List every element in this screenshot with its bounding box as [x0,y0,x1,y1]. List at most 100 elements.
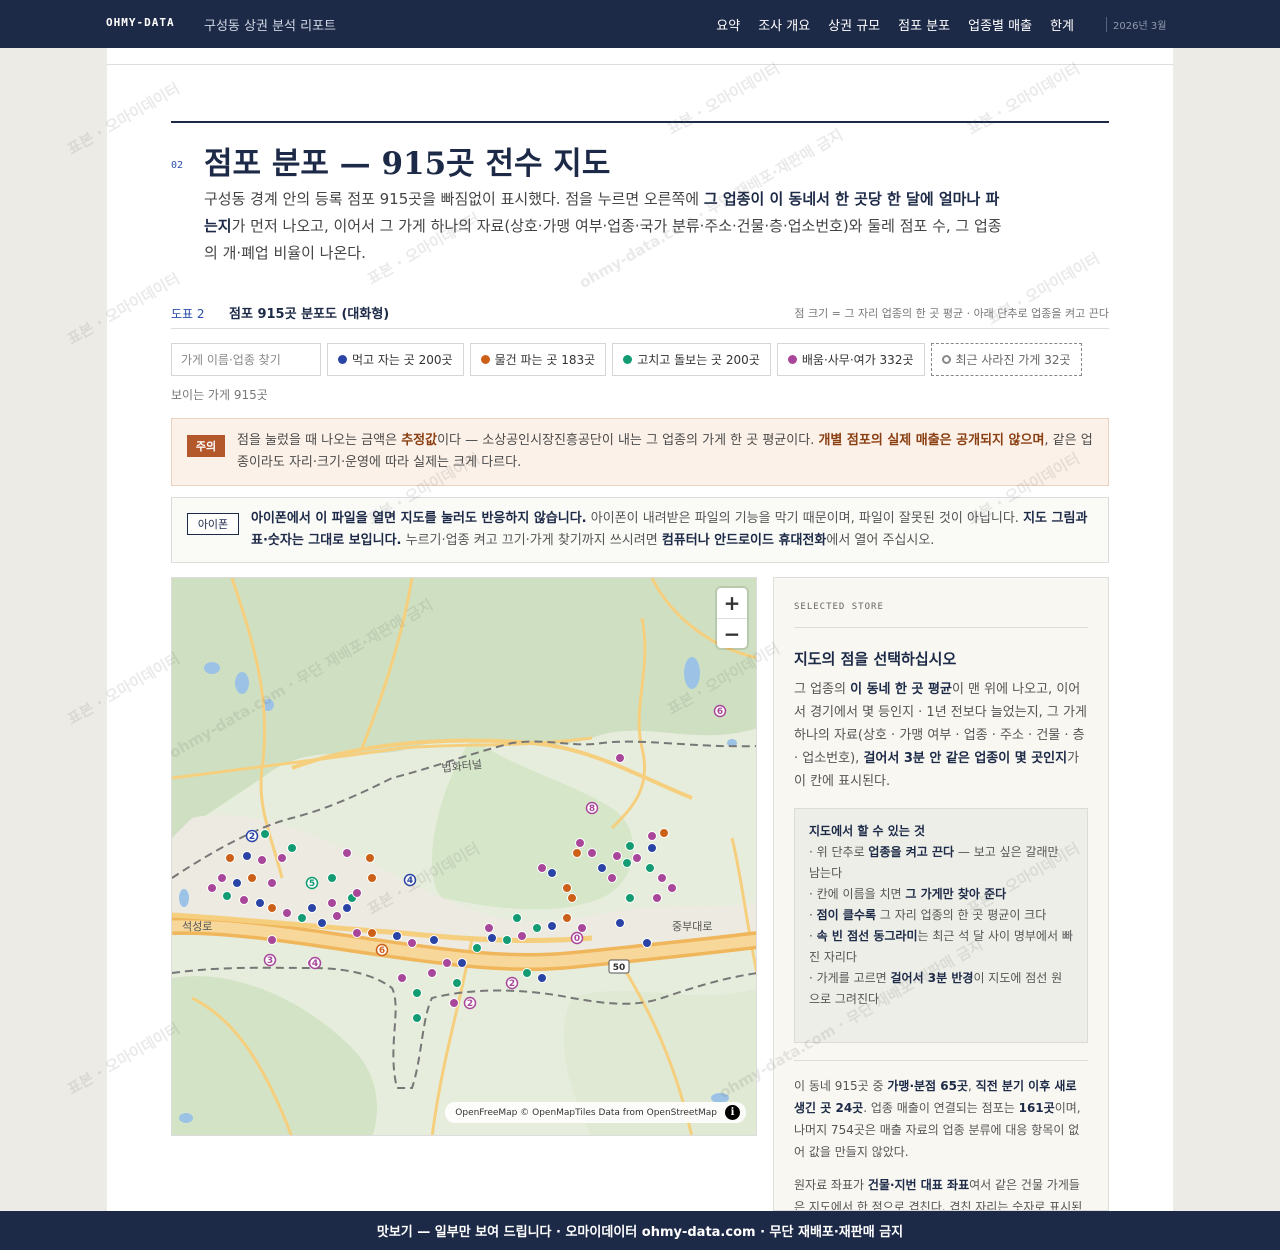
store-marker[interactable] [567,893,577,903]
filter-chip-closed-stores[interactable]: 최근 사라진 가게 32곳 [930,343,1082,376]
store-marker[interactable] [667,883,677,893]
store-marker[interactable] [615,753,625,763]
store-marker[interactable] [537,863,547,873]
info-icon[interactable]: i [725,1105,740,1120]
store-marker[interactable] [607,873,617,883]
map-canvas[interactable]: 2 5 4 8 6 6 0 2 4 3 2 법화터널 중부대로 석성로 50 [172,578,757,1136]
filter-chip-repair-care[interactable]: 고치고 돌보는 곳 200곳 [612,343,771,376]
store-marker[interactable] [625,893,635,903]
store-marker[interactable] [327,898,337,908]
store-marker[interactable] [645,863,655,873]
store-marker[interactable] [255,898,265,908]
store-map[interactable]: 2 5 4 8 6 6 0 2 4 3 2 법화터널 중부대로 석성로 50 +… [171,577,757,1136]
filter-chip-retail[interactable]: 물건 파는 곳 183곳 [469,343,607,376]
store-marker[interactable] [412,988,422,998]
store-marker[interactable] [532,923,542,933]
store-marker[interactable] [352,928,362,938]
store-marker[interactable] [317,918,327,928]
store-marker[interactable] [287,843,297,853]
store-marker[interactable] [597,863,607,873]
store-marker[interactable] [352,888,362,898]
store-marker[interactable] [429,935,439,945]
store-marker[interactable] [207,883,217,893]
store-marker[interactable] [342,903,352,913]
store-marker[interactable] [622,858,632,868]
store-marker[interactable] [442,958,452,968]
store-marker[interactable] [392,931,402,941]
store-marker[interactable] [239,895,249,905]
store-marker[interactable] [647,843,657,853]
store-marker[interactable] [512,913,522,923]
nav-item-survey[interactable]: 조사 개요 [758,15,810,34]
store-marker[interactable] [277,853,287,863]
store-marker[interactable] [547,868,557,878]
store-marker[interactable] [449,998,459,1008]
store-marker[interactable] [282,908,292,918]
store-marker[interactable] [652,893,662,903]
nav-item-summary[interactable]: 요약 [716,15,740,34]
nav-item-sales-by-industry[interactable]: 업종별 매출 [968,15,1032,34]
store-marker[interactable] [502,935,512,945]
store-search-input[interactable] [171,343,321,376]
store-marker[interactable] [642,938,652,948]
howto-item: · 속 빈 점선 동그라미는 최근 석 달 사이 명부에서 빠진 자리다 [809,929,1073,964]
store-marker[interactable] [522,968,532,978]
store-marker[interactable] [225,853,235,863]
store-marker[interactable] [452,978,462,988]
store-marker[interactable] [297,913,307,923]
store-marker[interactable] [587,848,597,858]
store-marker[interactable] [457,958,467,968]
store-marker[interactable] [577,923,587,933]
brand-logo[interactable]: OHMY-DATA [106,16,175,29]
store-marker[interactable] [647,831,657,841]
map-howto-box: 지도에서 할 수 있는 것 · 위 단추로 업종을 켜고 끈다 — 보고 싶은 … [794,808,1088,1043]
store-marker[interactable] [659,828,669,838]
store-marker[interactable] [247,873,257,883]
store-marker[interactable] [537,973,547,983]
store-marker[interactable] [562,883,572,893]
store-marker[interactable] [397,973,407,983]
filter-chip-education-office-leisure[interactable]: 배움·사무·여가 332곳 [776,343,925,376]
store-marker[interactable] [332,911,342,921]
store-marker[interactable] [517,931,527,941]
nav-item-limits[interactable]: 한계 [1050,15,1074,34]
store-marker[interactable] [367,928,377,938]
store-marker[interactable] [407,938,417,948]
store-marker[interactable] [615,918,625,928]
store-marker[interactable] [632,853,642,863]
store-marker[interactable] [217,873,227,883]
store-marker[interactable] [427,968,437,978]
store-marker[interactable] [484,923,494,933]
store-marker[interactable] [487,933,497,943]
store-marker[interactable] [222,891,232,901]
store-marker[interactable] [267,903,277,913]
zoom-out-button[interactable]: − [717,618,747,648]
store-marker[interactable] [472,943,482,953]
store-marker[interactable] [257,855,267,865]
store-marker[interactable] [657,873,667,883]
store-marker[interactable] [342,848,352,858]
store-marker[interactable] [575,838,585,848]
store-marker[interactable] [547,921,557,931]
iphone-notice-text: 아이폰에서 이 파일을 열면 지도를 눌러도 반응하지 않습니다. 아이폰이 내… [251,511,1088,548]
store-marker[interactable] [242,851,252,861]
nav-item-store-distribution[interactable]: 점포 분포 [898,15,950,34]
store-marker[interactable] [612,851,622,861]
store-marker[interactable] [572,848,582,858]
store-marker[interactable] [412,1013,422,1023]
store-marker[interactable] [260,829,270,839]
store-marker[interactable] [267,878,277,888]
nav-item-market-size[interactable]: 상권 규모 [828,15,880,34]
store-marker[interactable] [562,913,572,923]
panel-rule [794,627,1088,628]
store-marker[interactable] [327,873,337,883]
attribution-text[interactable]: OpenFreeMap © OpenMapTiles Data from Ope… [455,1108,717,1118]
zoom-in-button[interactable]: + [717,588,747,618]
store-marker[interactable] [367,873,377,883]
store-marker[interactable] [232,878,242,888]
store-marker[interactable] [267,935,277,945]
store-marker[interactable] [307,903,317,913]
filter-chip-food-lodging[interactable]: 먹고 자는 곳 200곳 [327,343,464,376]
store-marker[interactable] [365,853,375,863]
store-marker[interactable] [625,841,635,851]
